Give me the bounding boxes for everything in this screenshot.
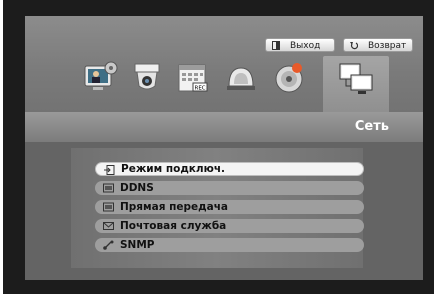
return-arrow-icon: [350, 42, 358, 50]
record-schedule-icon[interactable]: REC: [175, 60, 211, 96]
menu-item-label: Режим подключ.: [121, 163, 226, 175]
menu-item-label: DDNS: [120, 182, 154, 194]
exit-icon: [272, 41, 280, 50]
network-icon[interactable]: [338, 62, 374, 98]
ddns-icon: [103, 183, 114, 193]
snmp-icon: [103, 240, 114, 250]
menu-item-label: Почтовая служба: [120, 220, 227, 232]
backup-disc-icon[interactable]: [271, 60, 307, 96]
back-button[interactable]: Возврат: [343, 38, 413, 52]
back-label: Возврат: [368, 41, 407, 51]
svg-text:REC: REC: [195, 86, 206, 92]
menu-item-live-transfer[interactable]: Прямая передача: [95, 200, 364, 214]
exit-button[interactable]: Выход: [265, 38, 335, 52]
connection-mode-icon: [104, 165, 115, 175]
menu-item-label: SNMP: [120, 239, 155, 251]
event-alarm-icon[interactable]: [223, 60, 259, 96]
menu-item-label: Прямая передача: [120, 201, 228, 213]
menu-item-ddns[interactable]: DDNS: [95, 181, 364, 195]
monitor-frame: Выход Возврат REC Сеть Режим подключ. DD…: [3, 0, 434, 294]
menu-item-mail-service[interactable]: Почтовая служба: [95, 219, 364, 233]
dvr-screen: Выход Возврат REC Сеть Режим подключ. DD…: [25, 16, 423, 280]
section-title: Сеть: [354, 119, 389, 134]
camera-icon[interactable]: [129, 60, 165, 96]
exit-label: Выход: [290, 41, 321, 51]
system-settings-icon[interactable]: [83, 60, 119, 96]
mail-icon: [103, 222, 114, 230]
live-transfer-icon: [103, 202, 114, 212]
menu-item-snmp[interactable]: SNMP: [95, 238, 364, 252]
section-title-bar: Сеть: [25, 112, 423, 142]
menu-item-connection-mode[interactable]: Режим подключ.: [95, 162, 364, 176]
